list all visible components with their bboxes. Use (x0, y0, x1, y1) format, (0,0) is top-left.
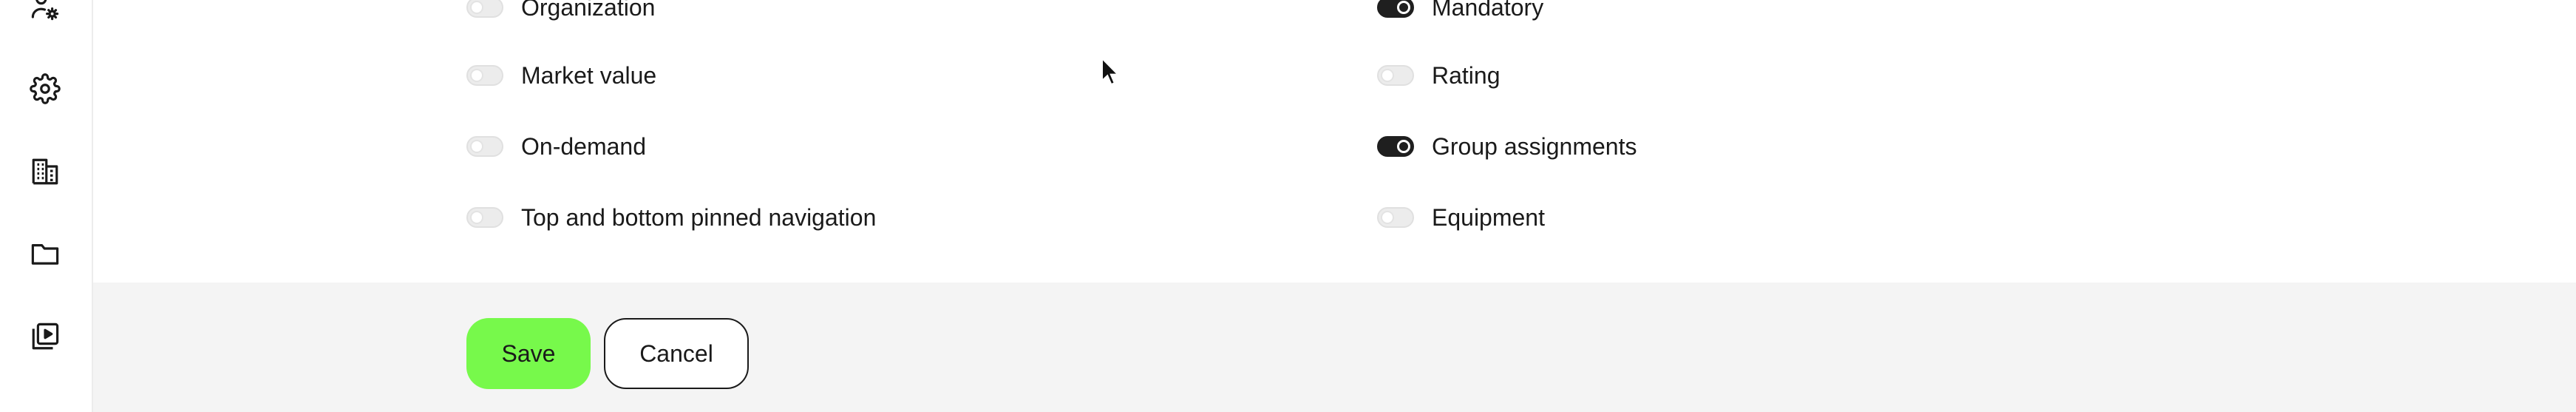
toggle-row-pinned-navigation[interactable]: Top and bottom pinned navigation (466, 195, 876, 240)
toggle-switch[interactable] (1377, 65, 1414, 86)
toggle-knob (1381, 69, 1394, 82)
toggle-knob (470, 211, 483, 224)
sidebar (0, 0, 93, 412)
toggle-label: Equipment (1432, 203, 1545, 231)
toggle-switch[interactable] (1377, 207, 1414, 228)
toggle-knob (1397, 1, 1410, 14)
toggle-row-group-assignments[interactable]: Group assignments (1377, 124, 1637, 169)
toggle-switch[interactable] (1377, 136, 1414, 157)
toggle-row-rating[interactable]: Rating (1377, 53, 1501, 98)
toggle-row-market-value[interactable]: Market value (466, 53, 656, 98)
user-settings-icon[interactable] (28, 0, 62, 24)
gear-icon[interactable] (28, 72, 62, 106)
toggle-row-organization[interactable]: Organization (466, 0, 655, 30)
toggle-knob (470, 69, 483, 82)
toggle-switch[interactable] (466, 136, 503, 157)
toggle-row-mandatory[interactable]: Mandatory (1377, 0, 1543, 30)
toggle-label: On-demand (521, 132, 646, 160)
toggle-label: Top and bottom pinned navigation (521, 203, 877, 231)
cancel-button[interactable]: Cancel (604, 318, 749, 389)
toggle-row-on-demand[interactable]: On-demand (466, 124, 646, 169)
form-footer: Save Cancel (93, 283, 2576, 412)
folder-icon[interactable] (28, 237, 62, 271)
toggle-switch[interactable] (466, 207, 503, 228)
toggle-label: Rating (1432, 61, 1501, 89)
toggle-knob (1397, 140, 1410, 153)
video-library-icon[interactable] (28, 320, 62, 354)
settings-panel: Organization Market value On-demand Top … (93, 0, 2576, 283)
toggle-row-equipment[interactable]: Equipment (1377, 195, 1545, 240)
toggle-label: Market value (521, 61, 657, 89)
toggle-knob (1381, 211, 1394, 224)
toggle-knob (470, 140, 483, 153)
toggle-label: Organization (521, 0, 656, 21)
toggle-label: Mandatory (1432, 0, 1544, 21)
toggle-knob (470, 1, 483, 14)
toggle-switch[interactable] (466, 65, 503, 86)
save-button[interactable]: Save (466, 318, 591, 389)
toggle-switch[interactable] (466, 0, 503, 18)
toggle-label: Group assignments (1432, 132, 1637, 160)
building-icon[interactable] (28, 155, 62, 189)
toggle-switch[interactable] (1377, 0, 1414, 18)
mouse-cursor-icon (1101, 57, 1120, 86)
